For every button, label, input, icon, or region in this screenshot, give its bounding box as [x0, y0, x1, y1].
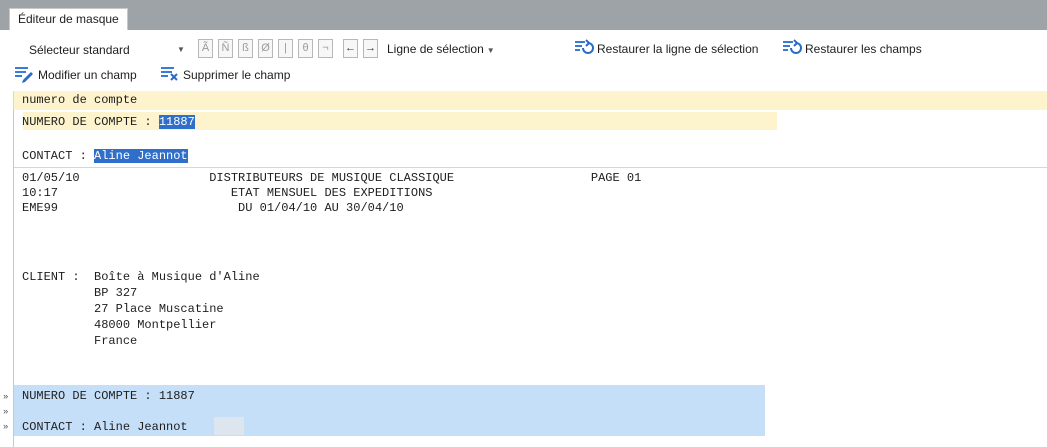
report-line: 01/05/10 DISTRIBUTEURS DE MUSIQUE CLASSI… — [22, 171, 642, 185]
delete-field-icon[interactable] — [160, 65, 180, 83]
account-label: NUMERO DE COMPTE : — [22, 115, 159, 129]
tab-mask-editor[interactable]: Éditeur de masque — [9, 8, 128, 30]
glyph-button-a-tilde[interactable]: Ã — [198, 39, 213, 58]
report-line: France — [22, 334, 138, 348]
account-field-line[interactable]: NUMERO DE COMPTE : 11887 — [22, 114, 195, 130]
line-selection-dropdown[interactable]: Ligne de sélection ▼ — [387, 39, 495, 59]
restore-fields-icon[interactable] — [782, 39, 802, 57]
chevron-down-icon: ▼ — [177, 45, 185, 54]
glyph-button-eszett[interactable]: ß — [238, 39, 253, 58]
report-line: 27 Place Muscatine — [22, 302, 224, 316]
selected-contact-line[interactable]: CONTACT : Aline Jeannot — [22, 419, 188, 435]
arrow-right-button[interactable]: → — [363, 39, 378, 58]
record-marker: » — [3, 392, 9, 402]
restore-line-icon[interactable] — [574, 39, 594, 57]
report-line: 10:17 ETAT MENSUEL DES EXPEDITIONS — [22, 186, 433, 200]
glyph-button-o-slash[interactable]: Ø — [258, 39, 273, 58]
tab-strip: Éditeur de masque — [0, 0, 1047, 30]
toolbar-row-2: Modifier un champ Supprimer le champ — [0, 63, 1047, 87]
contact-label: CONTACT : — [22, 149, 95, 163]
chevron-down-icon: ▼ — [486, 46, 495, 55]
selector-dropdown[interactable]: Sélecteur standard ▼ — [14, 39, 194, 61]
account-value[interactable]: 11887 — [158, 115, 195, 129]
contact-value[interactable]: Aline Jeannot — [94, 149, 188, 163]
report-line: 48000 Montpellier — [22, 318, 217, 332]
modify-field-button[interactable]: Modifier un champ — [38, 65, 137, 85]
record-marker: » — [3, 407, 9, 417]
edit-field-icon[interactable] — [14, 65, 34, 83]
mask-editor-area[interactable]: NUMERO DE COMPTE : 11887 CONTACT : Aline… — [3, 110, 1047, 447]
report-line: BP 327 — [22, 286, 138, 300]
selector-label: Sélecteur standard — [29, 43, 130, 57]
line-selection-label: Ligne de sélection — [387, 42, 484, 56]
glyph-button-n-tilde[interactable]: Ñ — [218, 39, 233, 58]
field-name-row[interactable]: numero de compte — [13, 91, 1047, 110]
report-line: CLIENT : Boîte à Musique d'Aline — [22, 270, 260, 284]
glyph-button-not[interactable]: ¬ — [318, 39, 333, 58]
contact-field-line[interactable]: CONTACT : Aline Jeannot — [22, 148, 188, 164]
contact-selection-tail — [214, 417, 244, 435]
delete-field-button[interactable]: Supprimer le champ — [183, 65, 290, 85]
record-marker: » — [3, 422, 9, 432]
arrow-left-button[interactable]: ← — [343, 39, 358, 58]
restore-line-button[interactable]: Restaurer la ligne de sélection — [597, 39, 758, 59]
toolbar-row-1: Sélecteur standard ▼ Ã Ñ ß Ø | θ ¬ ← → L… — [0, 37, 1047, 61]
pane-divider[interactable] — [14, 167, 1047, 168]
glyph-button-theta[interactable]: θ — [298, 39, 313, 58]
glyph-button-pipe[interactable]: | — [278, 39, 293, 58]
restore-fields-button[interactable]: Restaurer les champs — [805, 39, 922, 59]
selected-account-line[interactable]: NUMERO DE COMPTE : 11887 — [22, 388, 195, 404]
report-line: EME99 DU 01/04/10 AU 30/04/10 — [22, 201, 404, 215]
